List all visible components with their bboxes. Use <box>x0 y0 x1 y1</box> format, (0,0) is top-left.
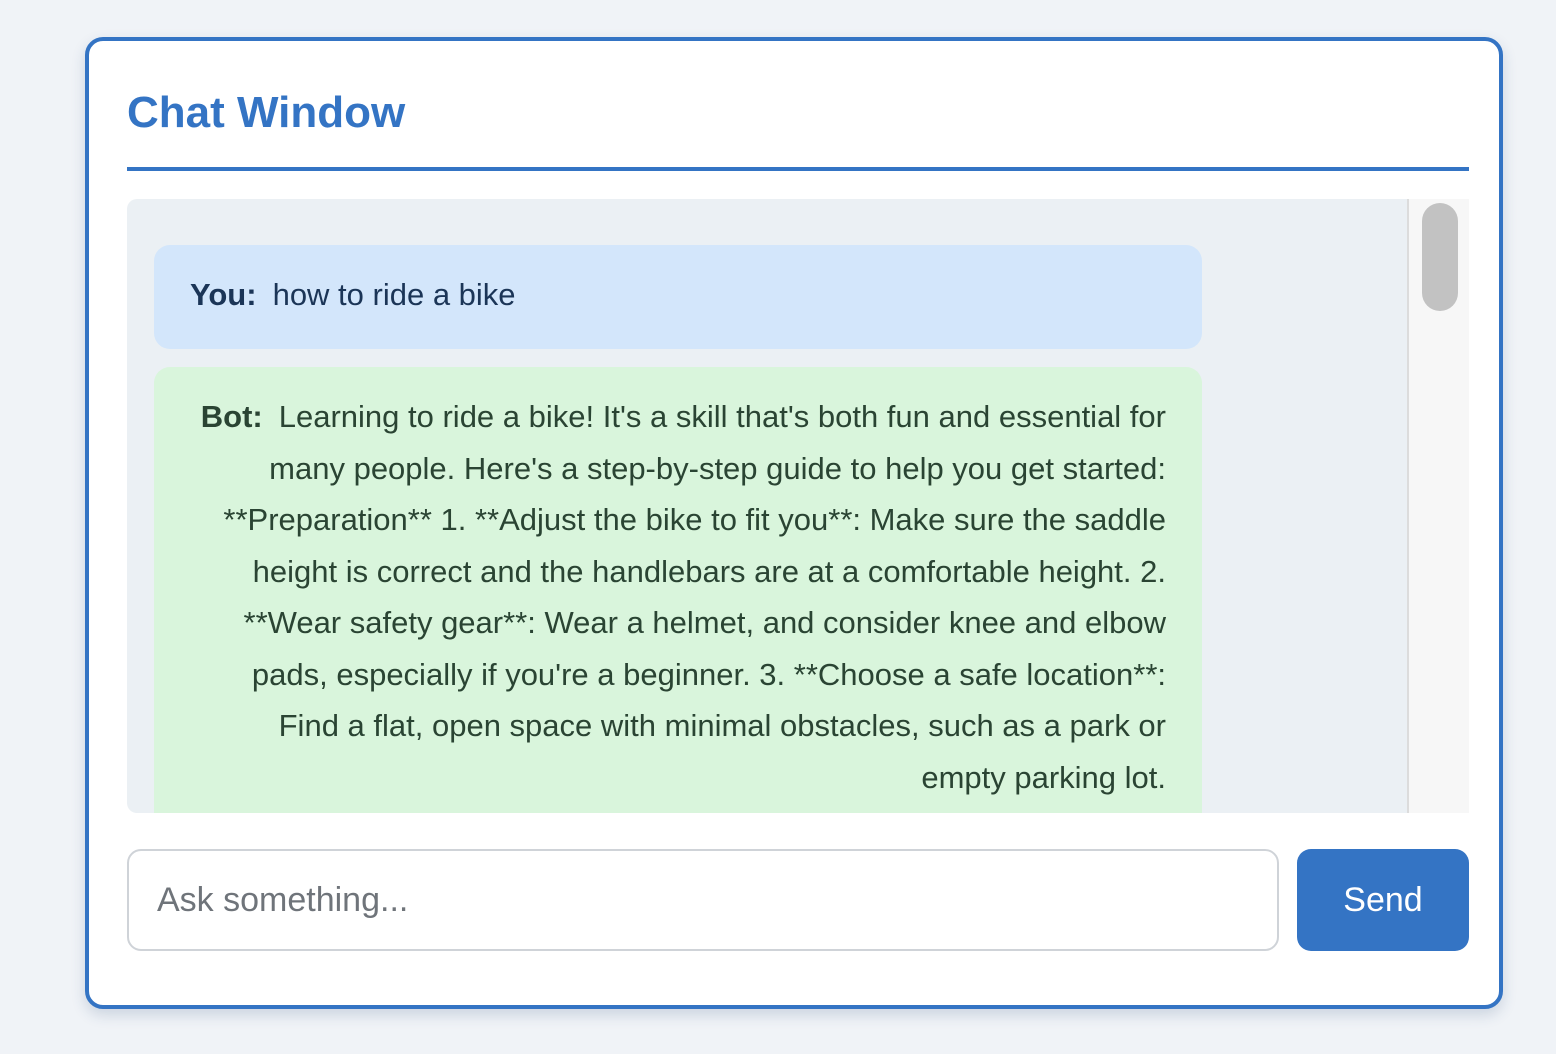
chat-input[interactable] <box>127 849 1279 951</box>
chat-window-title: Chat Window <box>127 88 406 137</box>
bot-speaker-label: Bot: <box>200 399 263 434</box>
messages-scrollbar[interactable] <box>1407 199 1469 813</box>
bot-message-text: Learning to ride a bike! It's a skill th… <box>223 399 1166 795</box>
user-message-text: how to ride a bike <box>272 277 516 312</box>
scrollbar-thumb[interactable] <box>1422 203 1458 311</box>
chat-window: Chat Window You: how to ride a bike Bot: L… <box>85 37 1503 1009</box>
title-divider <box>127 167 1469 171</box>
bot-message: Bot: Learning to ride a bike! It's a skil… <box>154 367 1202 813</box>
user-message: You: how to ride a bike <box>154 245 1202 349</box>
user-speaker-label: You: <box>190 277 257 312</box>
messages-panel[interactable]: You: how to ride a bike Bot: Learning to r… <box>127 199 1469 813</box>
send-button[interactable]: Send <box>1297 849 1469 951</box>
